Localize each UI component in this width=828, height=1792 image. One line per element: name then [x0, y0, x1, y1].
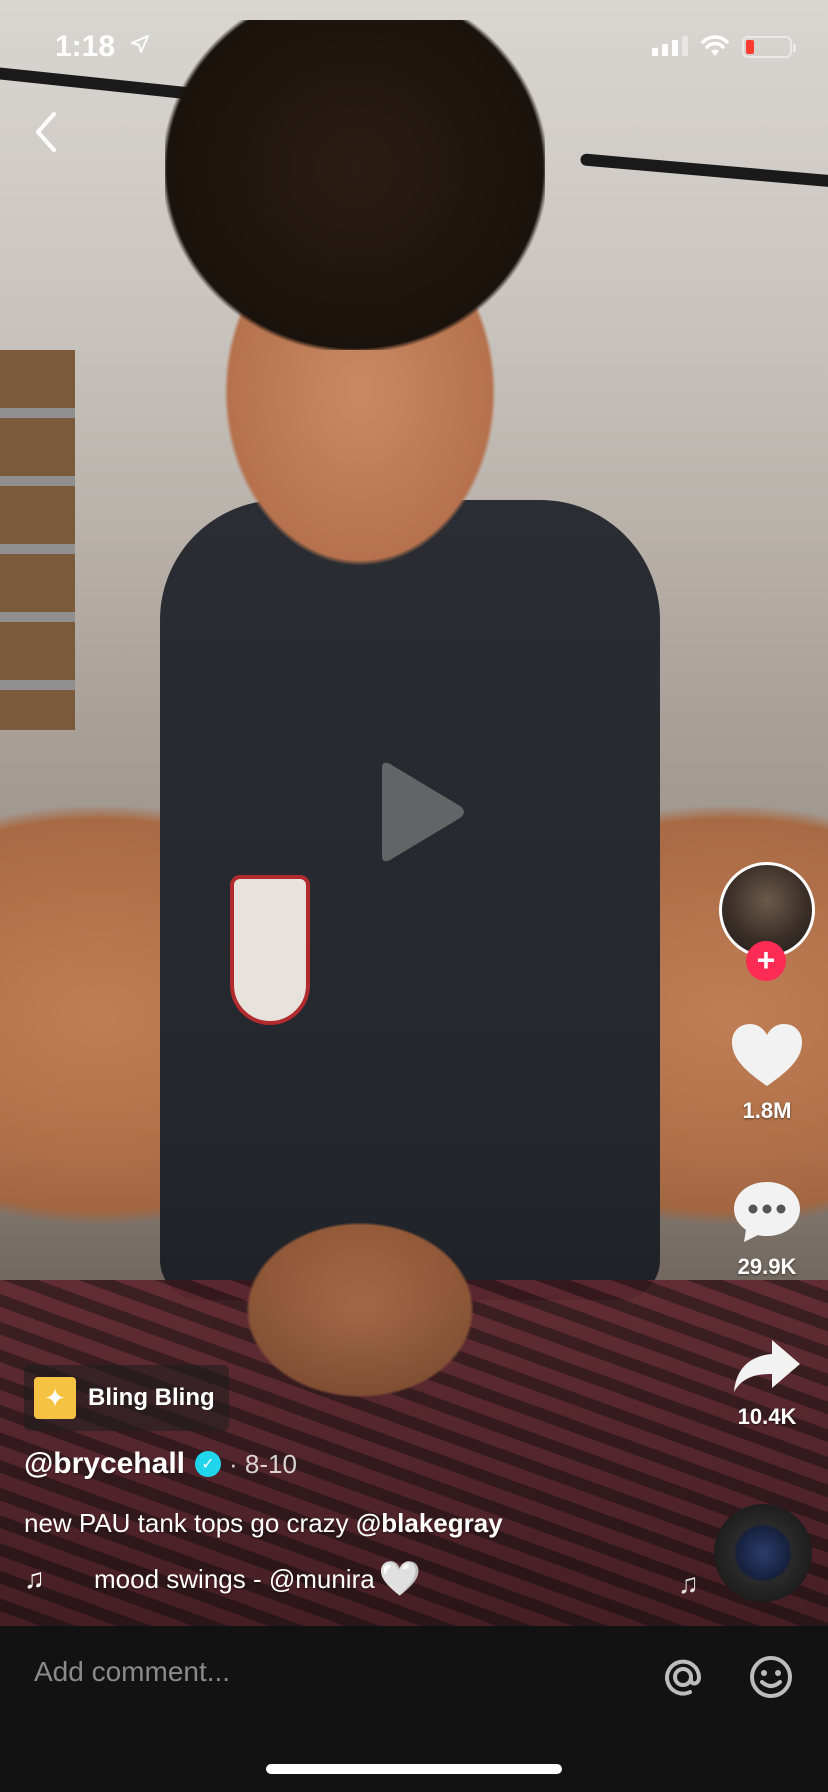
verified-check-icon: ✓	[195, 1451, 221, 1477]
sparkle-icon: ✦	[34, 1377, 76, 1419]
home-indicator[interactable]	[266, 1764, 562, 1774]
comment-input[interactable]: Add comment...	[34, 1656, 634, 1696]
post-date: · 8-10	[229, 1448, 297, 1479]
floating-music-note-icon: ♫	[678, 1568, 699, 1599]
heart-icon	[732, 1024, 802, 1086]
cellular-signal-icon	[652, 36, 688, 56]
music-note-icon: ♫	[24, 1563, 45, 1594]
effect-tag[interactable]: ✦ Bling Bling	[24, 1365, 229, 1431]
music-disc[interactable]	[714, 1504, 812, 1602]
status-time: 1:18	[55, 30, 116, 63]
follow-button[interactable]: +	[746, 941, 786, 981]
person-hair	[165, 20, 545, 350]
caption-mention[interactable]: @blakegray	[356, 1508, 503, 1538]
post-caption: new PAU tank tops go crazy @blakegray	[24, 1508, 503, 1539]
emoji-icon[interactable]	[748, 1654, 794, 1700]
music-line[interactable]: ♫ mood swings - @munira 🤍	[24, 1562, 421, 1596]
wifi-icon	[700, 34, 730, 58]
tank-top-crest	[230, 875, 310, 1025]
comment-count: 29.9K	[737, 1254, 797, 1279]
author-line: @brycehall ✓ · 8-10	[24, 1447, 297, 1481]
music-heart-emoji: 🤍	[378, 1560, 422, 1598]
share-arrow-icon	[734, 1340, 800, 1392]
play-icon[interactable]	[372, 760, 468, 864]
effect-label: Bling Bling	[88, 1384, 215, 1411]
location-arrow-icon	[130, 34, 150, 60]
author-username[interactable]: @brycehall	[24, 1447, 185, 1481]
comment-button[interactable]: 29.9K	[722, 1178, 812, 1280]
like-button[interactable]: 1.8M	[722, 1022, 812, 1124]
like-count: 1.8M	[742, 1098, 792, 1123]
share-button[interactable]: 10.4K	[722, 1336, 812, 1430]
caption-text: new PAU tank tops go crazy	[24, 1508, 356, 1538]
at-icon[interactable]	[660, 1654, 706, 1700]
speech-bubble-icon	[734, 1182, 800, 1242]
share-count: 10.4K	[737, 1404, 797, 1429]
ceiling-light-rail	[579, 153, 828, 189]
plus-icon: +	[756, 942, 776, 978]
back-button[interactable]	[28, 108, 64, 156]
battery-low-icon	[742, 36, 796, 58]
chevron-left-icon	[36, 112, 56, 152]
music-title: mood swings - @munira	[94, 1563, 375, 1594]
